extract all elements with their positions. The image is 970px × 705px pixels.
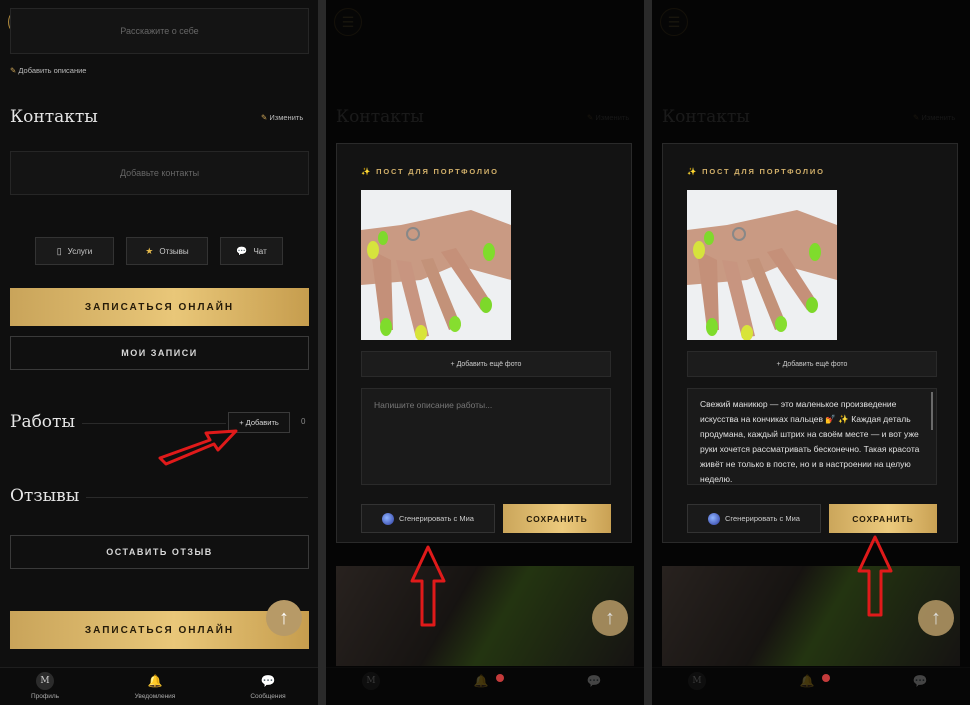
tab-chat[interactable]: 💬 Чат bbox=[220, 237, 283, 265]
contacts-field[interactable]: Добавьте контакты bbox=[10, 151, 309, 195]
pencil-icon: ✎ bbox=[10, 66, 17, 75]
portfolio-post-modal: ✨ПОСТ ДЛЯ ПОРТФОЛИО + Добавить ещё фото bbox=[662, 143, 958, 543]
chat-bubble-icon: 💬 bbox=[236, 245, 248, 256]
modal-title-text: ПОСТ ДЛЯ ПОРТФОЛИО bbox=[702, 167, 825, 176]
add-more-photo-button[interactable]: + Добавить ещё фото bbox=[687, 351, 937, 377]
book-online-button[interactable]: ЗАПИСАТЬСЯ ОНЛАЙН bbox=[10, 288, 309, 326]
save-button[interactable]: СОХРАНИТЬ bbox=[829, 504, 937, 533]
sparkle-icon: ✨ bbox=[361, 167, 373, 176]
star-icon: ★ bbox=[145, 245, 154, 256]
nav-profile[interactable]: M Профиль bbox=[10, 672, 80, 700]
notification-badge bbox=[822, 674, 830, 682]
document-icon: ▯ bbox=[56, 245, 62, 256]
description-textarea[interactable]: Свежий маникюр — это маленькое произведе… bbox=[687, 388, 937, 485]
generate-with-mia-button[interactable]: Сгенерировать с Миа bbox=[687, 504, 821, 533]
arrow-up-icon: ↑ bbox=[279, 606, 289, 629]
divider bbox=[86, 497, 308, 498]
generate-button-label: Сгенерировать с Миа bbox=[725, 514, 800, 523]
leave-review-button[interactable]: ОСТАВИТЬ ОТЗЫВ bbox=[10, 535, 309, 569]
reviews-title: Отзывы bbox=[10, 486, 80, 506]
nav-messages[interactable]: 💬 Сообщения bbox=[233, 672, 303, 700]
about-field[interactable]: Расскажите о себе bbox=[10, 8, 309, 54]
nav-notifications-label: Уведомления bbox=[134, 693, 176, 700]
generate-with-mia-button[interactable]: Сгенерировать с Миа bbox=[361, 504, 495, 533]
chat-bubble-icon: 💬 bbox=[260, 674, 276, 688]
textarea-scrollbar[interactable] bbox=[931, 392, 933, 430]
portfolio-post-screen-filled: ☰ Контакты ✎ Изменить ↑ ✨ПОСТ ДЛЯ ПОРТФО… bbox=[652, 0, 970, 705]
contacts-title: Контакты bbox=[10, 107, 98, 127]
arrow-up-icon: ↑ bbox=[931, 606, 941, 629]
contacts-placeholder: Добавьте контакты bbox=[119, 168, 200, 178]
my-bookings-button[interactable]: МОИ ЗАПИСИ bbox=[10, 336, 309, 370]
scroll-top-button[interactable]: ↑ bbox=[918, 600, 954, 636]
tab-reviews-label: Отзывы bbox=[159, 246, 189, 256]
scroll-top-button[interactable]: ↑ bbox=[266, 600, 302, 636]
nav-profile: M bbox=[662, 672, 732, 693]
mia-logo-icon bbox=[382, 512, 395, 525]
red-arrow-pointer bbox=[158, 429, 238, 466]
add-description-link[interactable]: ✎ Добавить описание bbox=[10, 66, 86, 75]
nav-messages: 💬 bbox=[885, 672, 955, 693]
profile-screen: ☰ Расскажите о себе ✎ Добавить описание … bbox=[0, 0, 318, 705]
nav-messages-label: Сообщения bbox=[250, 693, 286, 700]
nav-notifications: 🔔 bbox=[446, 672, 516, 693]
mia-logo-icon bbox=[708, 512, 721, 525]
add-description-label: Добавить описание bbox=[18, 66, 87, 75]
arrow-up-icon: ↑ bbox=[605, 606, 615, 629]
scroll-top-button[interactable]: ↑ bbox=[592, 600, 628, 636]
bottom-nav: M Профиль 🔔 Уведомления 💬 Сообщения bbox=[0, 667, 318, 705]
nail-photo bbox=[687, 190, 837, 340]
portfolio-post-modal: ✨ ПОСТ ДЛЯ ПОРТФОЛИО + Добавить ещё фото … bbox=[336, 143, 632, 543]
save-button[interactable]: СОХРАНИТЬ bbox=[503, 504, 611, 533]
chat-bubble-icon: 💬 bbox=[912, 674, 928, 688]
bottom-nav: M 🔔 💬 bbox=[326, 667, 644, 705]
chat-bubble-icon: 💬 bbox=[586, 674, 602, 688]
nav-profile-label: Профиль bbox=[30, 693, 60, 700]
divider bbox=[82, 423, 226, 424]
portfolio-post-screen-empty: ☰ Контакты ✎ Изменить ↑ ✨ПОСТ ДЛЯ ПОРТФО… bbox=[326, 0, 644, 705]
avatar-m-icon: M bbox=[362, 672, 380, 690]
bottom-nav: M 🔔 💬 bbox=[652, 667, 970, 705]
about-placeholder: Расскажите о себе bbox=[120, 26, 199, 36]
avatar-m-icon: M bbox=[36, 672, 54, 690]
modal-title: ✨ ПОСТ ДЛЯ ПОРТФОЛИО bbox=[361, 167, 499, 176]
tab-services[interactable]: ▯ Услуги bbox=[35, 237, 114, 265]
nav-notifications[interactable]: 🔔 Уведомления bbox=[120, 672, 190, 700]
add-more-photo-button[interactable]: + Добавить ещё фото bbox=[361, 351, 611, 377]
tab-services-label: Услуги bbox=[67, 246, 93, 256]
works-count: 0 bbox=[301, 417, 306, 426]
nav-messages: 💬 bbox=[559, 672, 629, 693]
sparkle-icon: ✨ bbox=[687, 167, 699, 176]
works-title: Работы bbox=[10, 412, 75, 432]
generated-description: Свежий маникюр — это маленькое произведе… bbox=[700, 399, 920, 484]
edit-contacts-link[interactable]: ✎ Изменить bbox=[261, 113, 303, 122]
avatar-m-icon: M bbox=[688, 672, 706, 690]
generate-button-label: Сгенерировать с Миа bbox=[399, 514, 474, 523]
bell-icon: 🔔 bbox=[799, 674, 815, 688]
pencil-icon: ✎ bbox=[261, 113, 268, 122]
nav-profile: M bbox=[336, 672, 406, 693]
edit-label: Изменить bbox=[269, 113, 304, 122]
description-textarea[interactable]: Напишите описание работы... bbox=[361, 388, 611, 485]
red-arrow-pointer bbox=[410, 545, 446, 627]
notification-badge bbox=[496, 674, 504, 682]
nav-notifications: 🔔 bbox=[772, 672, 842, 693]
tab-chat-label: Чат bbox=[253, 246, 267, 256]
book-online-bottom-button[interactable]: ЗАПИСАТЬСЯ ОНЛАЙН bbox=[10, 611, 309, 649]
bell-icon: 🔔 bbox=[147, 674, 163, 688]
tab-reviews[interactable]: ★ Отзывы bbox=[126, 237, 208, 265]
bell-icon: 🔔 bbox=[473, 674, 489, 688]
nail-photo bbox=[361, 190, 511, 340]
red-arrow-pointer bbox=[857, 535, 893, 617]
modal-title: ✨ ПОСТ ДЛЯ ПОРТФОЛИО bbox=[687, 167, 825, 176]
modal-title-text: ПОСТ ДЛЯ ПОРТФОЛИО bbox=[376, 167, 499, 176]
